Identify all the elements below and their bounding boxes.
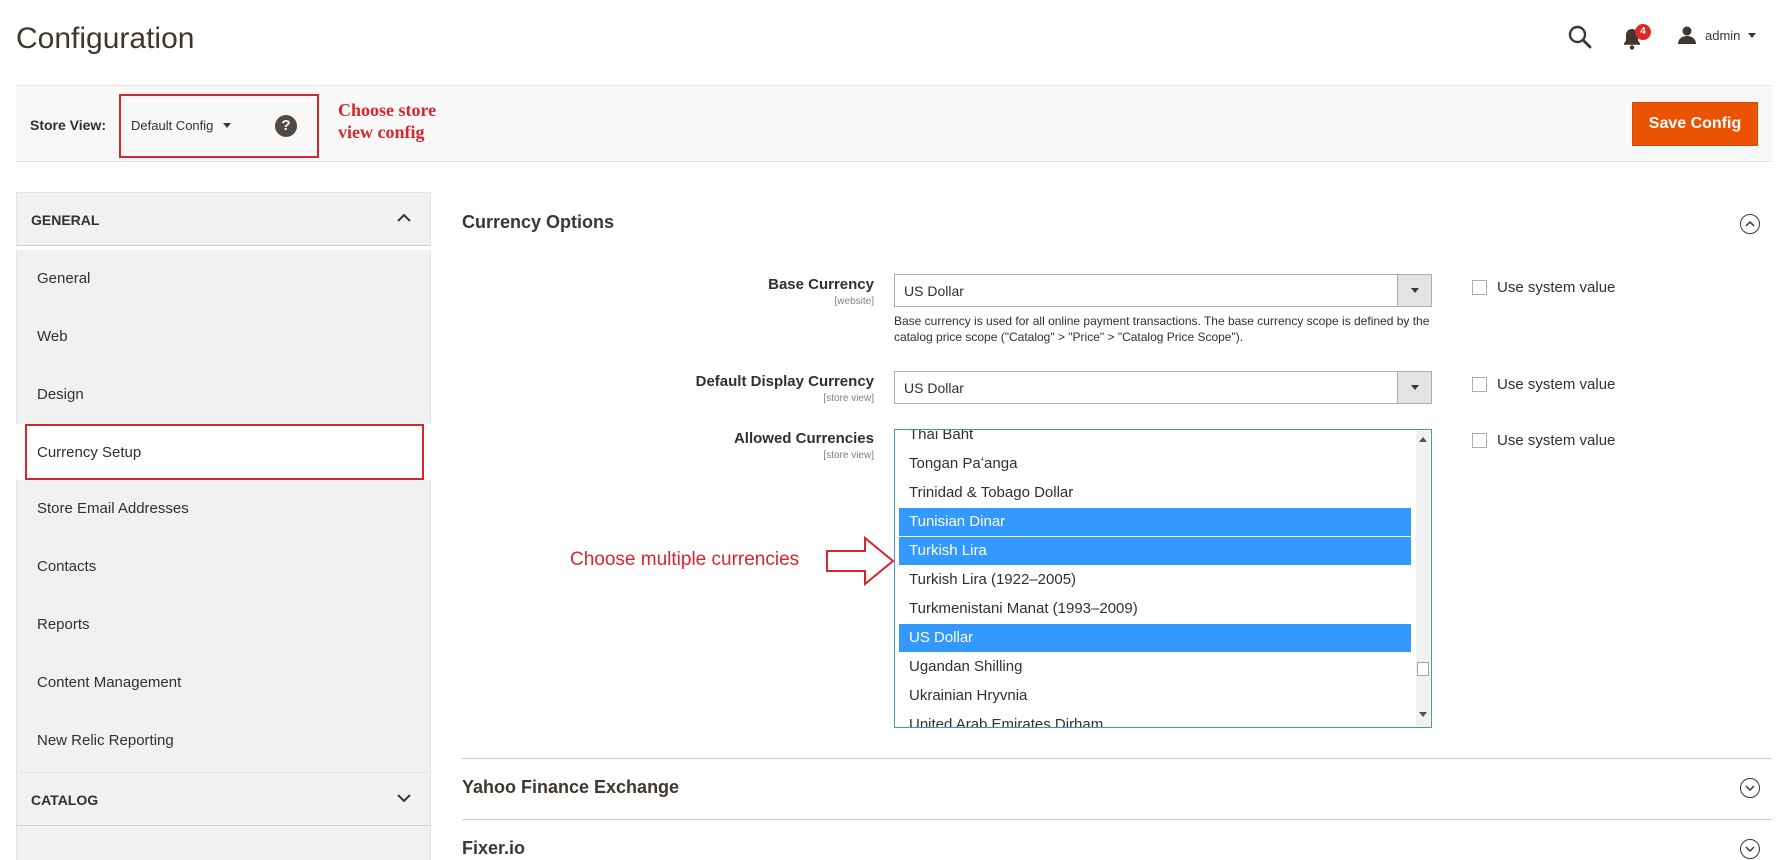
scroll-thumb[interactable] [1417,662,1429,676]
chevron-up-icon [397,213,411,222]
currency-option[interactable]: Turkish Lira (1922–2005) [899,566,1411,594]
arrow-right-icon [826,535,895,587]
base-currency-note: Base currency is used for all online pay… [894,314,1430,344]
annotation-store-view: Choose store view config [338,99,478,143]
currency-option[interactable]: US Dollar [899,624,1411,652]
sidebar-section-general[interactable]: GENERAL [16,192,431,246]
store-view-switcher[interactable]: Default Config [131,118,232,133]
currency-options-header[interactable]: Currency Options [462,192,1772,254]
select-value: US Dollar [904,283,964,299]
yahoo-finance-header[interactable]: Yahoo Finance Exchange [462,759,1772,819]
annotation-line-1: Choose store [338,100,437,120]
sidebar-section-catalog[interactable]: CATALOG [16,772,431,826]
save-config-button[interactable]: Save Config [1632,102,1758,146]
sidebar-item-design[interactable]: Design [17,366,430,424]
chevron-down-icon [397,794,411,803]
currency-option[interactable]: Turkmenistani Manat (1993–2009) [899,595,1411,623]
chevron-down-icon [1748,32,1757,38]
fixer-io-header[interactable]: Fixer.io [462,820,1772,860]
notifications-button[interactable]: 4 [1622,24,1652,50]
sidebar-item-label: Web [37,328,68,345]
config-main: Currency Options Base Currency [website]… [462,192,1772,860]
user-icon [1678,26,1696,44]
user-name: admin [1705,27,1741,43]
scroll-down-icon[interactable] [1419,712,1427,717]
allowed-currencies-multiselect[interactable]: Thai Baht Tongan Paʻanga Trinidad & Toba… [894,429,1432,728]
sidebar-item-label: Content Management [37,674,182,691]
checkbox-label: Use system value [1497,279,1616,296]
checkbox[interactable] [1472,280,1487,295]
sidebar-item-new-relic-reporting[interactable]: New Relic Reporting [17,712,430,772]
sidebar-item-label: Currency Setup [37,444,142,461]
display-currency-use-system-value[interactable]: Use system value [1472,376,1615,393]
sidebar-item-label: Store Email Addresses [37,500,189,517]
currency-option[interactable]: Turkish Lira [899,537,1411,565]
sidebar-item-store-email-addresses[interactable]: Store Email Addresses [17,480,430,538]
allowed-currencies-label: Allowed Currencies [733,430,874,447]
base-currency-select[interactable]: US Dollar [894,274,1432,307]
base-currency-scope: [website] [834,296,874,307]
checkbox[interactable] [1472,377,1487,392]
annotation-line-2: view config [338,122,425,142]
checkbox-label: Use system value [1497,376,1616,393]
currency-option[interactable]: Ukrainian Hryvnia [899,682,1411,710]
sidebar-item-general[interactable]: General [17,250,430,308]
sidebar-item-label: General [37,270,91,287]
expand-icon[interactable] [1740,839,1760,859]
help-icon[interactable]: ? [275,115,297,137]
display-currency-select[interactable]: US Dollar [894,371,1432,404]
sidebar-item-contacts[interactable]: Contacts [17,538,430,596]
sidebar-item-label: New Relic Reporting [37,732,174,749]
expand-icon[interactable] [1740,778,1760,798]
base-currency-label: Base Currency [768,276,874,293]
checkbox[interactable] [1472,433,1487,448]
collapse-icon[interactable] [1740,214,1760,234]
user-menu[interactable]: admin [1677,26,1757,44]
currency-option[interactable]: Ugandan Shilling [899,653,1411,681]
scrollbar[interactable] [1416,431,1430,727]
currency-option[interactable]: Thai Baht [899,430,1411,449]
allowed-currencies-scope: [store view] [823,450,874,461]
currency-option[interactable]: Trinidad & Tobago Dollar [899,479,1411,507]
sidebar-section-title: GENERAL [31,212,100,228]
allowed-currencies-use-system-value[interactable]: Use system value [1472,432,1615,449]
chevron-down-icon [1397,372,1431,403]
sidebar-item-label: Design [37,386,84,403]
notification-count-badge: 4 [1635,24,1651,40]
store-view-highlight: Default Config ? [119,94,319,158]
sidebar-catalog-items [16,826,431,860]
chevron-down-icon [223,123,232,128]
sidebar-item-label: Contacts [37,558,97,575]
section-title: Yahoo Finance Exchange [462,777,680,797]
sidebar-item-content-management[interactable]: Content Management [17,654,430,712]
config-sidebar: GENERAL General Web Design Currency Setu… [16,192,431,860]
search-icon[interactable] [1567,24,1593,50]
section-title: Currency Options [462,212,615,232]
sidebar-item-web[interactable]: Web [17,308,430,366]
section-title: Fixer.io [462,838,526,858]
store-view-selected: Default Config [131,118,214,133]
page-title: Configuration [16,22,195,55]
store-view-bar: Store View: Default Config ? Choose stor… [16,85,1772,162]
sidebar-section-title: CATALOG [31,792,99,808]
annotation-multiple-currencies: Choose multiple currencies [570,549,800,570]
currency-option[interactable]: United Arab Emirates Dirham [899,711,1411,727]
sidebar-item-currency-setup[interactable]: Currency Setup [25,424,424,480]
sidebar-item-label: Reports [37,616,90,633]
base-currency-use-system-value[interactable]: Use system value [1472,279,1615,296]
currency-option[interactable]: Tongan Paʻanga [899,450,1411,478]
display-currency-label: Default Display Currency [695,373,874,390]
checkbox-label: Use system value [1497,432,1616,449]
store-view-label: Store View: [30,117,106,133]
scroll-up-icon[interactable] [1419,437,1427,442]
select-value: US Dollar [904,380,964,396]
currency-option[interactable]: Tunisian Dinar [899,508,1411,536]
display-currency-scope: [store view] [823,393,874,404]
chevron-down-icon [1397,275,1431,306]
sidebar-item-reports[interactable]: Reports [17,596,430,654]
